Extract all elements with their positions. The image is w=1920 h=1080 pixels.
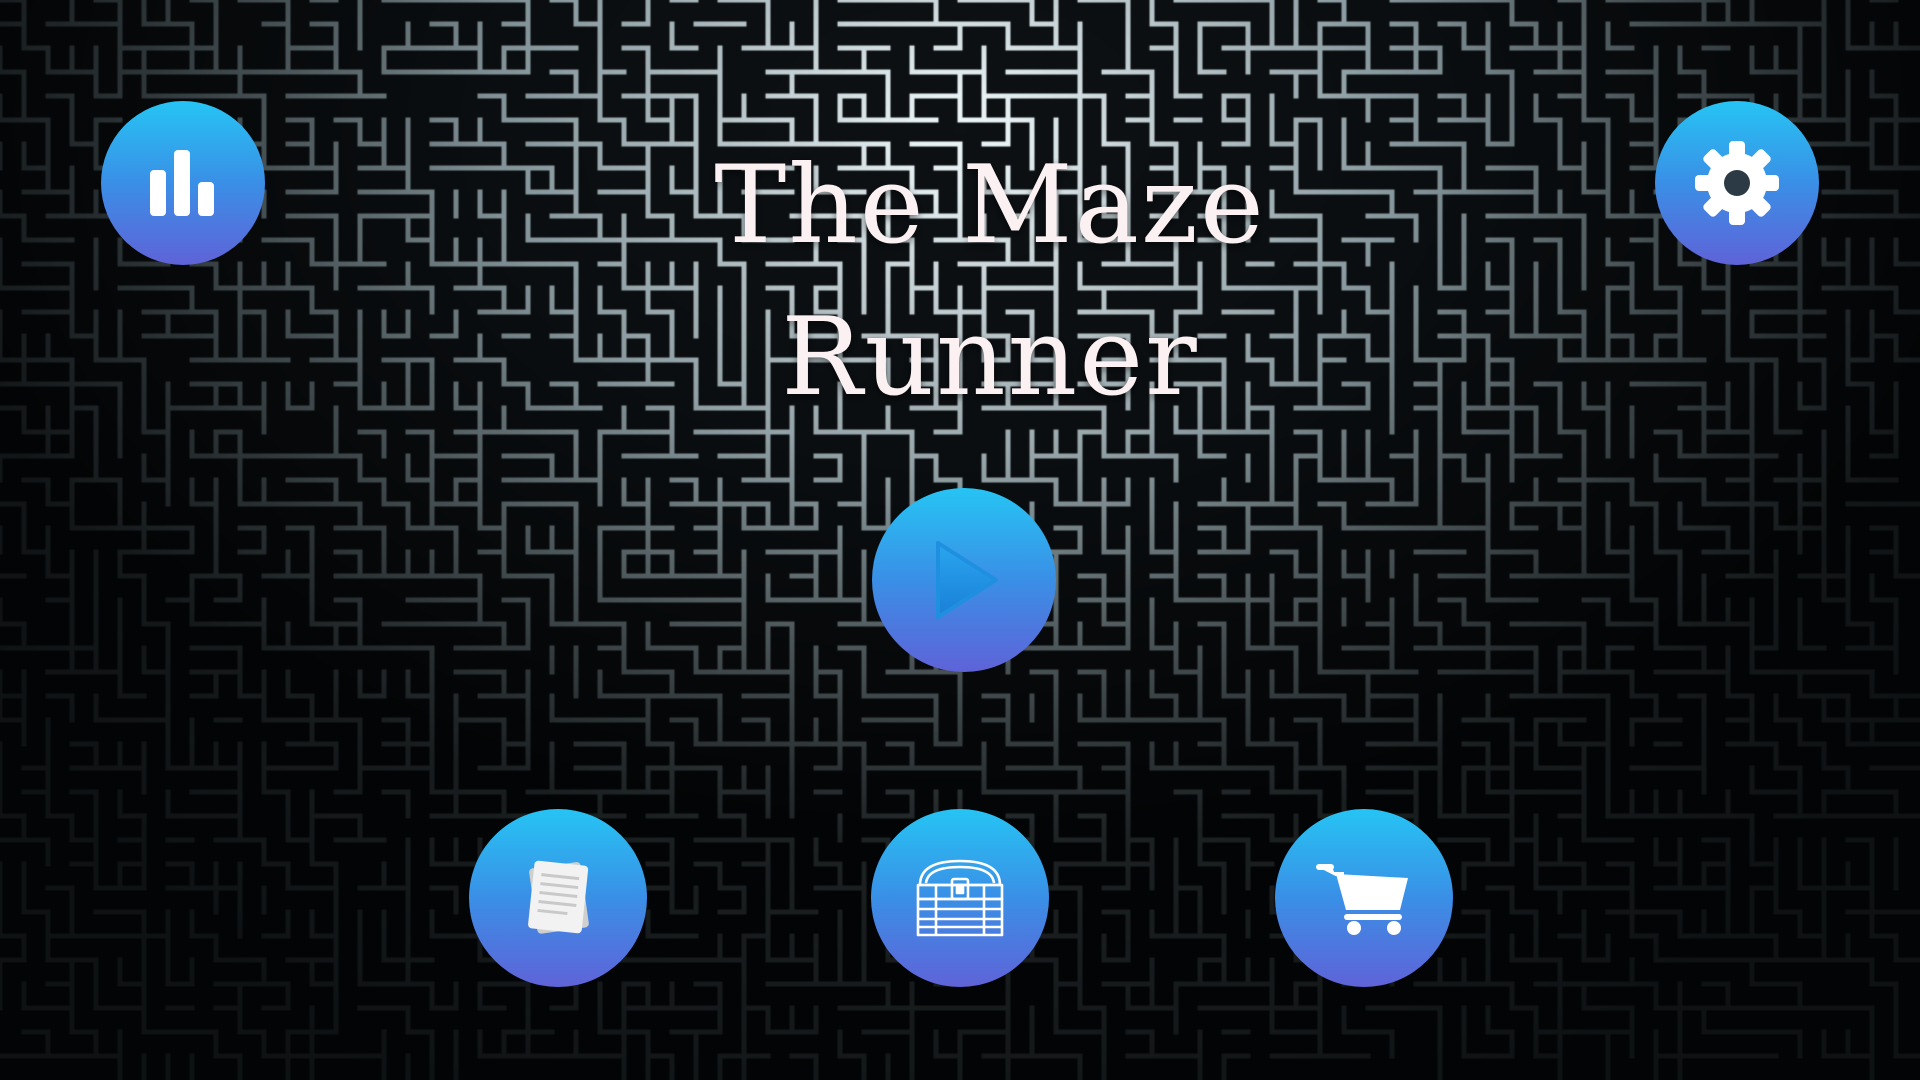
leaderboard-button-inner <box>114 114 252 252</box>
play-triangle-icon <box>936 541 998 619</box>
play-button-inner <box>886 502 1042 658</box>
game-title-line-2: Runner <box>781 295 1199 420</box>
treasure-chest-button[interactable] <box>871 809 1049 987</box>
play-button[interactable] <box>872 488 1056 672</box>
notes-button-inner <box>482 822 634 974</box>
treasure-chest-icon <box>916 859 1004 937</box>
main-menu-screen: The Maze Runner <box>0 0 1920 1080</box>
game-title: The Maze Runner <box>560 130 1420 434</box>
settings-button-inner <box>1668 114 1806 252</box>
paper-notes-icon <box>528 860 589 934</box>
gear-icon <box>1695 141 1779 225</box>
game-title-line-1: The Maze <box>714 143 1266 268</box>
shop-button-inner <box>1288 822 1440 974</box>
treasure-chest-button-inner <box>884 822 1036 974</box>
notes-button[interactable] <box>469 809 647 987</box>
bar-chart-icon <box>150 150 214 216</box>
shop-button[interactable] <box>1275 809 1453 987</box>
settings-button[interactable] <box>1655 101 1819 265</box>
leaderboard-button[interactable] <box>101 101 265 265</box>
shopping-cart-icon <box>1316 864 1408 935</box>
